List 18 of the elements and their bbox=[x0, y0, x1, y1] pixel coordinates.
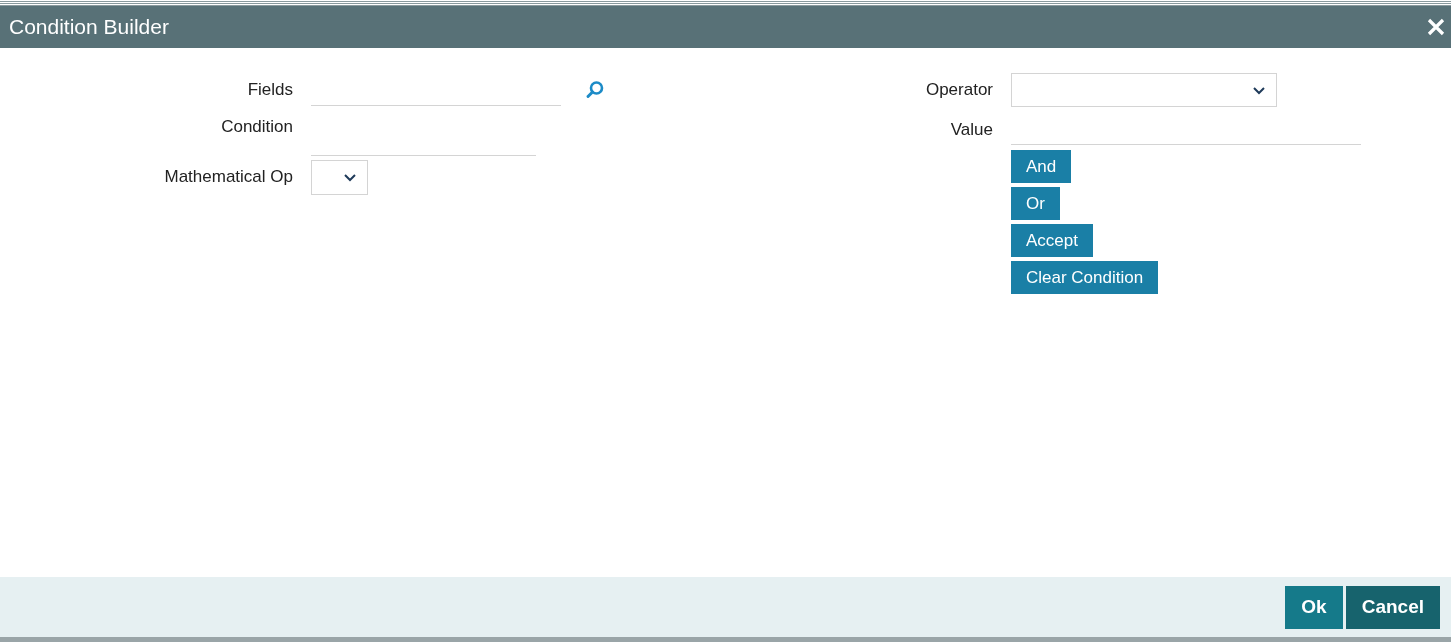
field-label: Fields bbox=[246, 79, 293, 100]
search-icon[interactable] bbox=[585, 79, 605, 100]
window-title: Condition Builder bbox=[9, 15, 169, 39]
ok-button[interactable]: Ok bbox=[1285, 585, 1343, 629]
field-label: Mathematical Op bbox=[163, 166, 293, 187]
condition-button[interactable]: Or bbox=[1011, 187, 1060, 220]
close-icon[interactable] bbox=[1427, 18, 1445, 36]
condition-button[interactable]: And bbox=[1011, 150, 1072, 183]
chevron-down-icon bbox=[1252, 85, 1266, 95]
chevron-down-icon bbox=[343, 173, 357, 182]
field-label: Operator bbox=[924, 79, 993, 100]
dropdown-select[interactable] bbox=[1011, 73, 1277, 107]
field-label: Condition bbox=[220, 116, 293, 137]
condition-button[interactable]: Clear Condition bbox=[1011, 261, 1159, 294]
dropdown-select[interactable] bbox=[311, 160, 368, 195]
cancel-button[interactable]: Cancel bbox=[1345, 585, 1440, 629]
condition-button[interactable]: Accept bbox=[1011, 224, 1093, 257]
field-label: Value bbox=[949, 119, 993, 140]
